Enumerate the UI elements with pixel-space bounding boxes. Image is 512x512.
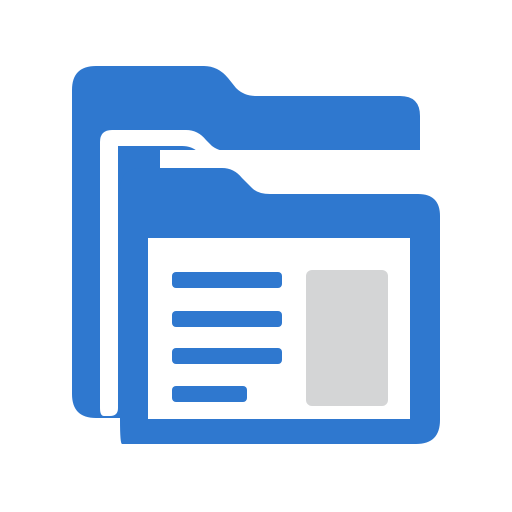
text-line-icon — [172, 311, 282, 327]
app-icon — [0, 0, 512, 512]
image-placeholder-icon — [306, 270, 388, 406]
text-line-icon — [172, 386, 247, 402]
text-line-icon — [172, 348, 282, 364]
text-line-icon — [172, 272, 282, 288]
folders-document-icon — [72, 66, 440, 444]
